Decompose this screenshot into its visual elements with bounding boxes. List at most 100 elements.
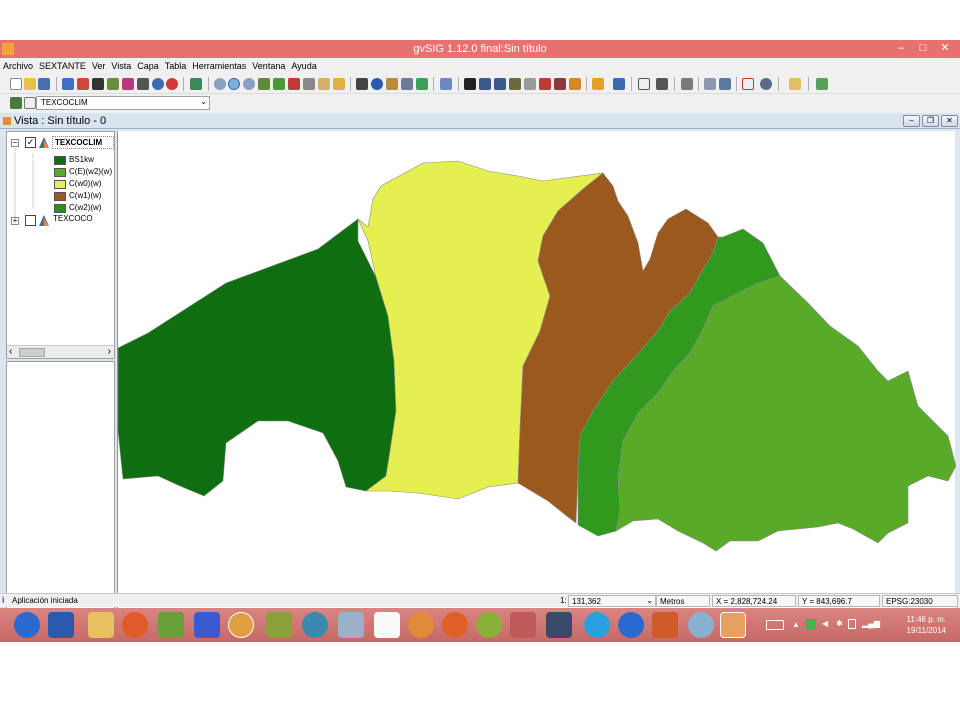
menu-tabla[interactable]: Tabla — [162, 59, 190, 71]
locator-icon[interactable] — [333, 78, 345, 90]
select-all-icon[interactable] — [524, 78, 536, 90]
zoom-icon[interactable] — [214, 78, 226, 90]
menu-ayuda[interactable]: Ayuda — [288, 59, 319, 71]
select-by-polygon-icon[interactable] — [509, 78, 521, 90]
search-app-icon[interactable] — [302, 612, 328, 638]
network-signal-icon[interactable]: ▂▄▆ — [862, 619, 880, 628]
history-icon[interactable] — [107, 78, 119, 90]
menu-ver[interactable]: Ver — [89, 59, 109, 71]
dbase-icon[interactable] — [546, 612, 572, 638]
magnifier-icon[interactable] — [760, 78, 772, 90]
security-icon[interactable] — [806, 619, 816, 629]
scroll-thumb[interactable] — [19, 348, 45, 357]
media-player-icon[interactable] — [194, 612, 220, 638]
paint-icon[interactable] — [688, 612, 714, 638]
full-extent-icon[interactable] — [273, 78, 285, 90]
layer-name-texcoco[interactable]: TEXCOCO — [53, 214, 93, 223]
tools-icon[interactable] — [656, 78, 668, 90]
battery-icon[interactable] — [848, 619, 856, 629]
map-canvas[interactable] — [117, 131, 956, 631]
sextante-icon[interactable] — [62, 78, 74, 90]
layer-visibility-checkbox[interactable]: ✓ — [25, 137, 36, 148]
select-by-layer-icon[interactable] — [569, 78, 581, 90]
keyboard-icon[interactable] — [766, 620, 784, 630]
select-by-point-icon[interactable] — [479, 78, 491, 90]
minimize-button[interactable]: – — [890, 40, 912, 56]
powerpoint-icon[interactable] — [652, 612, 678, 638]
scroll-right-button[interactable]: › — [108, 346, 111, 357]
data-explorer-icon[interactable] — [137, 78, 149, 90]
area-icon[interactable] — [401, 78, 413, 90]
grid-icon[interactable] — [638, 78, 650, 90]
show-hidden-icons-icon[interactable]: ▲ — [792, 620, 800, 629]
clear-selection-icon[interactable] — [539, 78, 551, 90]
app-icon[interactable] — [408, 612, 434, 638]
file-explorer-icon[interactable] — [88, 612, 114, 638]
document-icon[interactable] — [374, 612, 400, 638]
pencil-icon[interactable] — [122, 78, 134, 90]
measure-icon[interactable] — [356, 78, 368, 90]
layer-table-icon[interactable] — [24, 97, 36, 109]
layers-icon[interactable] — [258, 78, 270, 90]
view-minimize-button[interactable]: – — [903, 115, 920, 127]
menu-herramientas[interactable]: Herramientas — [189, 59, 249, 71]
find-icon[interactable] — [719, 78, 731, 90]
edit-icon[interactable] — [681, 78, 693, 90]
qgis-icon[interactable] — [476, 612, 502, 638]
archive-app-icon[interactable] — [266, 612, 292, 638]
info-icon[interactable] — [371, 78, 383, 90]
help-icon[interactable] — [152, 78, 164, 90]
chrome-icon[interactable] — [228, 612, 254, 638]
new-icon[interactable] — [10, 78, 22, 90]
calculator-icon[interactable] — [338, 612, 364, 638]
previous-zoom-icon[interactable] — [303, 78, 315, 90]
filter-icon[interactable] — [592, 78, 604, 90]
invert-selection-icon[interactable] — [554, 78, 566, 90]
distance-icon[interactable] — [386, 78, 398, 90]
close-button[interactable]: ✕ — [934, 40, 956, 56]
layer-edit-icon[interactable] — [10, 97, 22, 109]
toc-horizontal-scrollbar[interactable]: ‹ › — [7, 345, 114, 358]
open-icon[interactable] — [24, 78, 36, 90]
document-edit-icon[interactable] — [789, 78, 801, 90]
frame-icon[interactable] — [742, 78, 754, 90]
maximize-button[interactable]: □ — [912, 40, 934, 56]
pan-hand-icon[interactable] — [318, 78, 330, 90]
google-earth-icon[interactable] — [618, 612, 644, 638]
map-svg[interactable] — [118, 131, 956, 631]
active-layer-select[interactable]: TEXCOCLIM ⌄ — [36, 96, 210, 110]
internet-explorer-icon[interactable] — [14, 612, 40, 638]
print-icon[interactable] — [704, 78, 716, 90]
view-close-button[interactable]: ✕ — [941, 115, 958, 127]
layer-visibility-checkbox[interactable] — [25, 215, 36, 226]
scale-input[interactable]: 131,362 ⌄ — [568, 595, 656, 607]
menu-sextante[interactable]: SEXTANTE — [36, 59, 89, 71]
table-icon[interactable] — [613, 78, 625, 90]
modeler-icon[interactable] — [77, 78, 89, 90]
expand-icon[interactable]: + — [11, 217, 19, 225]
w-app-icon[interactable] — [158, 612, 184, 638]
save-icon[interactable] — [38, 78, 50, 90]
add-layer-icon[interactable] — [190, 78, 202, 90]
clock[interactable]: 11:46 p. m. 19/11/2014 — [907, 614, 946, 636]
map-polygon-bs1kw[interactable] — [118, 218, 397, 497]
menu-capa[interactable]: Capa — [134, 59, 162, 71]
word-icon[interactable] — [48, 612, 74, 638]
graphic-icon[interactable] — [440, 78, 452, 90]
pen-tool-icon[interactable] — [510, 612, 536, 638]
skype-icon[interactable] — [584, 612, 610, 638]
gvsig-taskbar-icon[interactable] — [720, 612, 746, 638]
volume-icon[interactable]: ◀ — [822, 619, 828, 628]
scroll-left-button[interactable]: ‹ — [9, 346, 12, 357]
bluetooth-icon[interactable]: ✱ — [836, 619, 843, 628]
collapse-icon[interactable]: − — [11, 139, 19, 147]
menu-archivo[interactable]: Archivo — [0, 59, 36, 71]
media-app-icon[interactable] — [122, 612, 148, 638]
view-maximize-button[interactable]: ❐ — [922, 115, 939, 127]
menu-ventana[interactable]: Ventana — [249, 59, 288, 71]
export-icon[interactable] — [816, 78, 828, 90]
zoom-out-icon[interactable] — [243, 78, 255, 90]
zoom-in-icon[interactable] — [228, 78, 240, 90]
stop-icon[interactable] — [166, 78, 178, 90]
layer-name-texcoclim[interactable]: TEXCOCLIM — [52, 136, 114, 149]
